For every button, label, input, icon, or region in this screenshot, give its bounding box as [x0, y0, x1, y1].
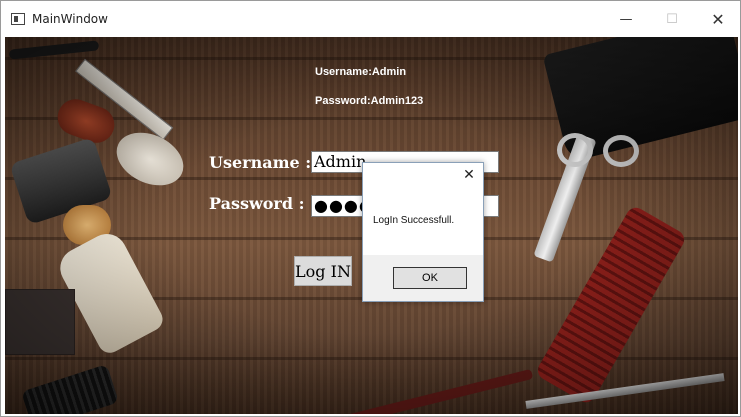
username-hint: Username:Admin — [315, 66, 407, 78]
background-barber-wood: Username:Admin Password:Admin123 Usernam… — [5, 37, 738, 414]
dialog-close-icon[interactable]: ✕ — [461, 167, 477, 183]
title-bar: MainWindow — ☐ ✕ — [1, 1, 740, 37]
ok-button[interactable]: OK — [393, 267, 467, 289]
password-label: Password : — [209, 194, 305, 213]
minimize-button[interactable]: — — [603, 1, 649, 37]
username-label: Username : — [209, 153, 312, 172]
close-button[interactable]: ✕ — [695, 1, 741, 37]
maximize-button[interactable]: ☐ — [649, 1, 695, 37]
dialog-footer: OK — [363, 255, 483, 301]
window-title: MainWindow — [32, 12, 108, 26]
app-icon — [11, 13, 25, 25]
login-button[interactable]: Log IN — [294, 256, 352, 286]
main-window: MainWindow — ☐ ✕ Username:Admin Password… — [0, 0, 741, 417]
password-hint: Password:Admin123 — [315, 95, 424, 107]
dialog-message: LogIn Successfull. — [373, 215, 455, 226]
message-dialog: ✕ LogIn Successfull. OK — [362, 162, 484, 302]
